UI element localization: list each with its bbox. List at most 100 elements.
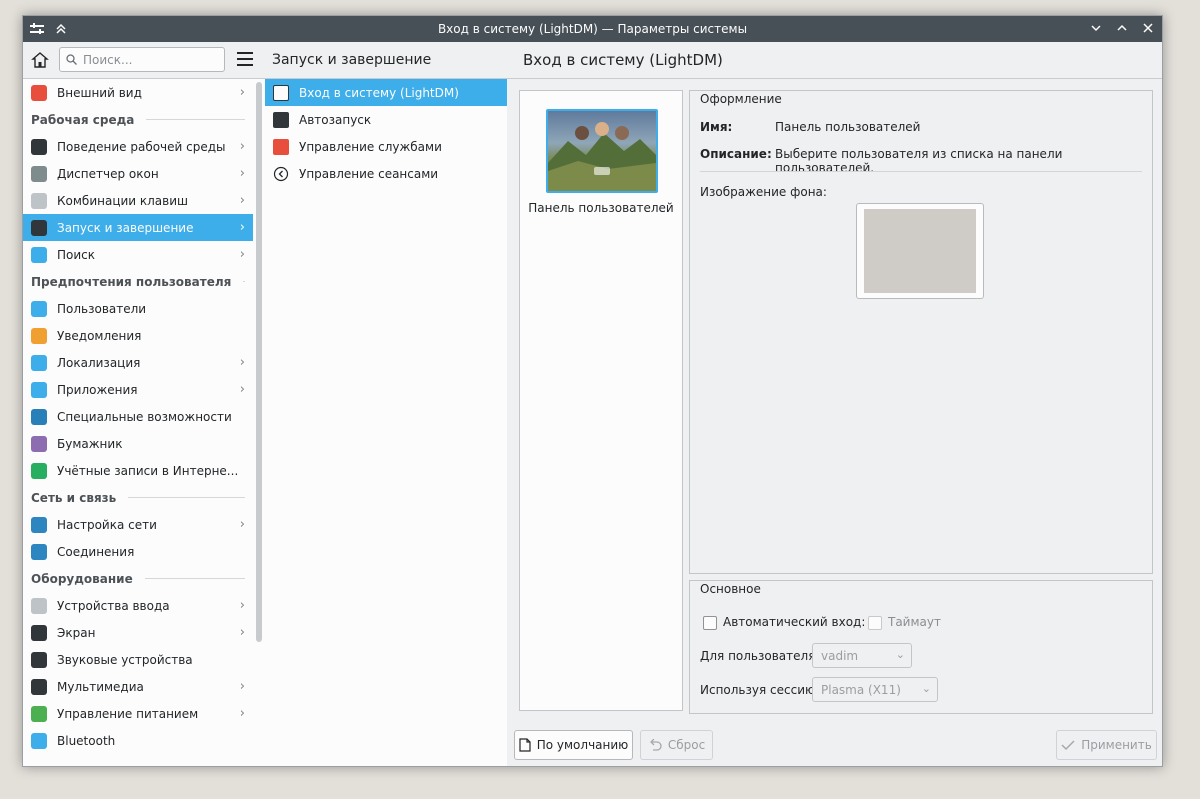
- sidebar-item-label: Комбинации клавиш: [57, 193, 189, 208]
- appearance-icon: [31, 84, 47, 101]
- bluetooth-icon: [31, 732, 47, 749]
- defaults-button-label: По умолчанию: [536, 738, 629, 752]
- autostart-icon: [273, 111, 289, 128]
- hamburger-menu-icon[interactable]: [237, 52, 253, 66]
- sidebar-item-label: Уведомления: [57, 328, 142, 343]
- sidebar-category: Предпочтения пользователя: [23, 268, 253, 295]
- sidebar-item[interactable]: Поведение рабочей среды ›: [23, 133, 253, 160]
- defaults-button[interactable]: По умолчанию: [514, 730, 633, 760]
- apply-button[interactable]: Применить: [1056, 730, 1157, 760]
- sidebar-category-label: Сеть и связь: [31, 490, 117, 505]
- chevron-right-icon: ›: [239, 382, 245, 397]
- chevron-right-icon: ›: [239, 625, 245, 640]
- display-icon: [31, 624, 47, 641]
- subcategory-item-label: Автозапуск: [299, 112, 372, 127]
- sidebar-item[interactable]: Bluetooth: [23, 727, 253, 754]
- divider: [700, 171, 1142, 172]
- sidebar-item-label: Диспетчер окон: [57, 166, 159, 181]
- user-label: Для пользователя:: [700, 649, 820, 663]
- sidebar-toolbar: Поиск...: [23, 42, 265, 79]
- chevron-right-icon: ›: [239, 517, 245, 532]
- sidebar-item[interactable]: Запуск и завершение ›: [23, 214, 253, 241]
- subcategory-item[interactable]: Вход в систему (LightDM): [265, 79, 507, 106]
- timeout-checkbox[interactable]: [868, 616, 882, 630]
- multimedia-icon: [31, 678, 47, 695]
- minimize-icon[interactable]: [1088, 20, 1104, 36]
- subcategory-list: Вход в систему (LightDM) Автозапуск Управл…: [265, 79, 507, 187]
- basic-group-title: Основное: [700, 582, 761, 596]
- sidebar-item-label: Управление питанием: [57, 706, 199, 721]
- search-input[interactable]: Поиск...: [59, 47, 225, 72]
- sidebar-item[interactable]: Специальные возможности: [23, 403, 253, 430]
- autologin-checkbox[interactable]: [703, 616, 717, 630]
- sidebar-item[interactable]: Приложения ›: [23, 376, 253, 403]
- chevron-right-icon: ›: [239, 193, 245, 208]
- sidebar-category-label: Предпочтения пользователя: [31, 274, 232, 289]
- theme-label: Панель пользователей: [528, 201, 674, 215]
- wallet-icon: [31, 435, 47, 452]
- search-icon: [66, 54, 77, 65]
- power-icon: [31, 705, 47, 722]
- sidebar-item[interactable]: Пользователи: [23, 295, 253, 322]
- document-icon: [519, 738, 531, 752]
- subcategory-item-label: Вход в систему (LightDM): [299, 85, 459, 100]
- sidebar-item[interactable]: Мультимедиа ›: [23, 673, 253, 700]
- sidebar-item[interactable]: Управление питанием ›: [23, 700, 253, 727]
- chevron-right-icon: ›: [239, 679, 245, 694]
- checkmark-icon: [1061, 740, 1075, 751]
- description-key: Описание:: [700, 147, 772, 161]
- sidebar-item-label: Поведение рабочей среды: [57, 139, 226, 154]
- sidebar-item[interactable]: Устройства ввода ›: [23, 592, 253, 619]
- window-menu-icon[interactable]: [29, 21, 45, 37]
- subcategory-item-label: Управление сеансами: [299, 166, 439, 181]
- sidebar-item[interactable]: Диспетчер окон ›: [23, 160, 253, 187]
- sidebar-item[interactable]: Уведомления: [23, 322, 253, 349]
- sidebar-item[interactable]: Внешний вид ›: [23, 79, 253, 106]
- sidebar-item[interactable]: Настройка сети ›: [23, 511, 253, 538]
- login-screen-icon: [273, 84, 289, 101]
- chevron-right-icon: ›: [239, 706, 245, 721]
- sidebar-list: Внешний вид › Рабочая среда Поведение рабоч…: [23, 79, 253, 766]
- sidebar-category: Оборудование: [23, 565, 253, 592]
- localization-icon: [31, 354, 47, 371]
- sidebar-item-label: Настройка сети: [57, 517, 157, 532]
- session-select[interactable]: Plasma (X11) ⌄: [812, 677, 938, 702]
- undo-icon: [649, 739, 662, 751]
- reset-button[interactable]: Сброс: [640, 730, 713, 760]
- mouse-icon: [31, 597, 47, 614]
- sidebar-scrollbar[interactable]: [256, 82, 262, 642]
- chevron-right-icon: ›: [239, 85, 245, 100]
- sidebar-item[interactable]: Бумажник: [23, 430, 253, 457]
- subcategory-item-label: Управление службами: [299, 139, 442, 154]
- subcategory-item[interactable]: Управление сеансами: [265, 160, 507, 187]
- startup-shutdown-icon: [31, 219, 47, 236]
- accessibility-icon: [31, 408, 47, 425]
- sidebar-item-label: Соединения: [57, 544, 135, 559]
- chevron-right-icon: ›: [239, 220, 245, 235]
- sidebar-item-label: Пользователи: [57, 301, 147, 316]
- sidebar-item[interactable]: Звуковые устройства: [23, 646, 253, 673]
- maximize-icon[interactable]: [1114, 20, 1130, 36]
- user-select[interactable]: vadim ⌄: [812, 643, 912, 668]
- background-preview[interactable]: [856, 203, 984, 299]
- timeout-label: Таймаут: [888, 615, 941, 629]
- keep-above-icon[interactable]: [53, 21, 69, 37]
- theme-thumbnail[interactable]: [546, 109, 658, 193]
- sidebar-item[interactable]: Учётные записи в Интерне...: [23, 457, 253, 484]
- sidebar-item[interactable]: Поиск ›: [23, 241, 253, 268]
- sidebar-item[interactable]: Экран ›: [23, 619, 253, 646]
- home-icon[interactable]: [31, 51, 49, 69]
- subcategory-item[interactable]: Автозапуск: [265, 106, 507, 133]
- sidebar-item[interactable]: Комбинации клавиш ›: [23, 187, 253, 214]
- sidebar-item-label: Специальные возможности: [57, 409, 232, 424]
- subcategory-pane: Запуск и завершение Вход в систему (Ligh…: [265, 42, 508, 766]
- sidebar-item[interactable]: Локализация ›: [23, 349, 253, 376]
- session-label: Используя сессию:: [700, 683, 820, 697]
- close-icon[interactable]: [1140, 20, 1156, 36]
- workspace-behavior-icon: [31, 138, 47, 155]
- title-bar[interactable]: Вход в систему (LightDM) — Параметры сис…: [23, 16, 1162, 42]
- subcategory-item[interactable]: Управление службами: [265, 133, 507, 160]
- sidebar-item[interactable]: Соединения: [23, 538, 253, 565]
- sidebar-item-label: Приложения: [57, 382, 138, 397]
- chevron-right-icon: ›: [239, 247, 245, 262]
